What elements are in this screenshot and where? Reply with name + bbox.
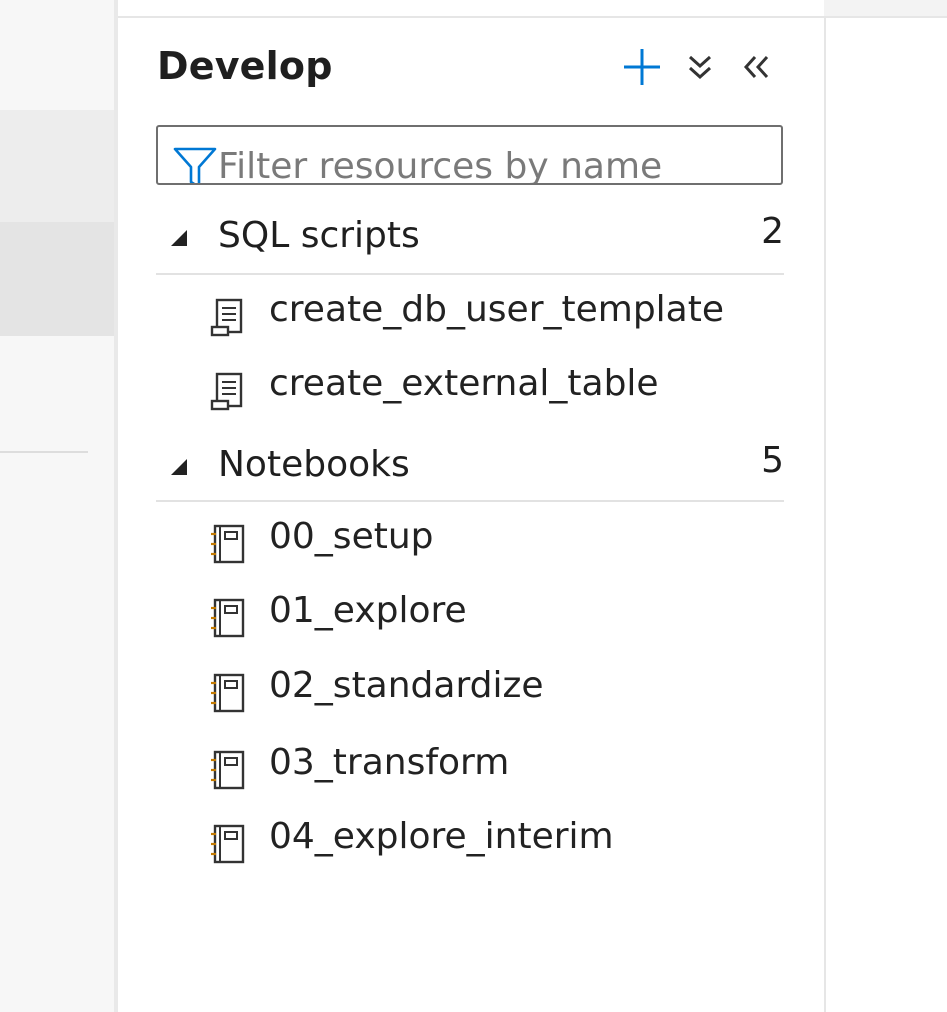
add-resource-button[interactable]: [617, 42, 667, 92]
editor-area: [826, 18, 947, 1012]
panel-title: Develop: [157, 44, 333, 88]
section-header-notebooks[interactable]: Notebooks 5: [156, 438, 784, 496]
section-divider: [156, 273, 784, 275]
section-count: 2: [761, 211, 784, 252]
section-label: Notebooks: [218, 444, 410, 485]
collapse-panel-button[interactable]: [731, 42, 781, 92]
list-item-label: 01_explore: [269, 590, 467, 631]
left-rail-item[interactable]: [0, 110, 114, 222]
notebook-icon: [211, 598, 245, 638]
list-item-label: 03_transform: [269, 742, 510, 783]
list-item-notebook[interactable]: 03_transform: [208, 740, 784, 800]
filter-input[interactable]: [218, 141, 778, 183]
list-item-label: 02_standardize: [269, 665, 544, 706]
left-rail-item-selected[interactable]: [0, 222, 114, 336]
filter-icon: [173, 147, 217, 183]
chevron-double-left-icon: [743, 55, 769, 79]
caret-down-icon: [171, 230, 187, 246]
list-item-notebook[interactable]: 00_setup: [208, 514, 784, 574]
list-item-label: create_db_user_template: [269, 289, 725, 330]
list-item-label: create_external_table: [269, 363, 659, 404]
notebook-icon: [211, 673, 245, 713]
notebook-icon: [211, 750, 245, 790]
expand-all-button[interactable]: [675, 42, 725, 92]
list-item-notebook[interactable]: 04_explore_interim: [208, 814, 784, 874]
list-item-notebook[interactable]: 02_standardize: [208, 663, 784, 723]
list-item-notebook[interactable]: 01_explore: [208, 588, 784, 648]
caret-down-icon: [171, 459, 187, 475]
notebook-icon: [211, 824, 245, 864]
chevron-double-down-icon: [688, 55, 712, 80]
list-item-label: 00_setup: [269, 516, 434, 557]
section-divider: [156, 500, 784, 502]
left-rail-divider: [0, 451, 88, 453]
notebook-icon: [211, 524, 245, 564]
add-icon: [624, 49, 660, 85]
sql-script-icon: [210, 372, 243, 411]
sql-script-icon: [210, 298, 243, 337]
list-item-sql-script[interactable]: create_external_table: [208, 361, 784, 421]
section-label: SQL scripts: [218, 215, 420, 256]
panel-top-divider: [118, 16, 947, 18]
section-count: 5: [761, 440, 784, 481]
section-header-sql-scripts[interactable]: SQL scripts 2: [156, 209, 784, 267]
list-item-sql-script[interactable]: create_db_user_template: [208, 287, 784, 347]
list-item-label: 04_explore_interim: [269, 816, 614, 857]
filter-box[interactable]: [156, 125, 783, 185]
